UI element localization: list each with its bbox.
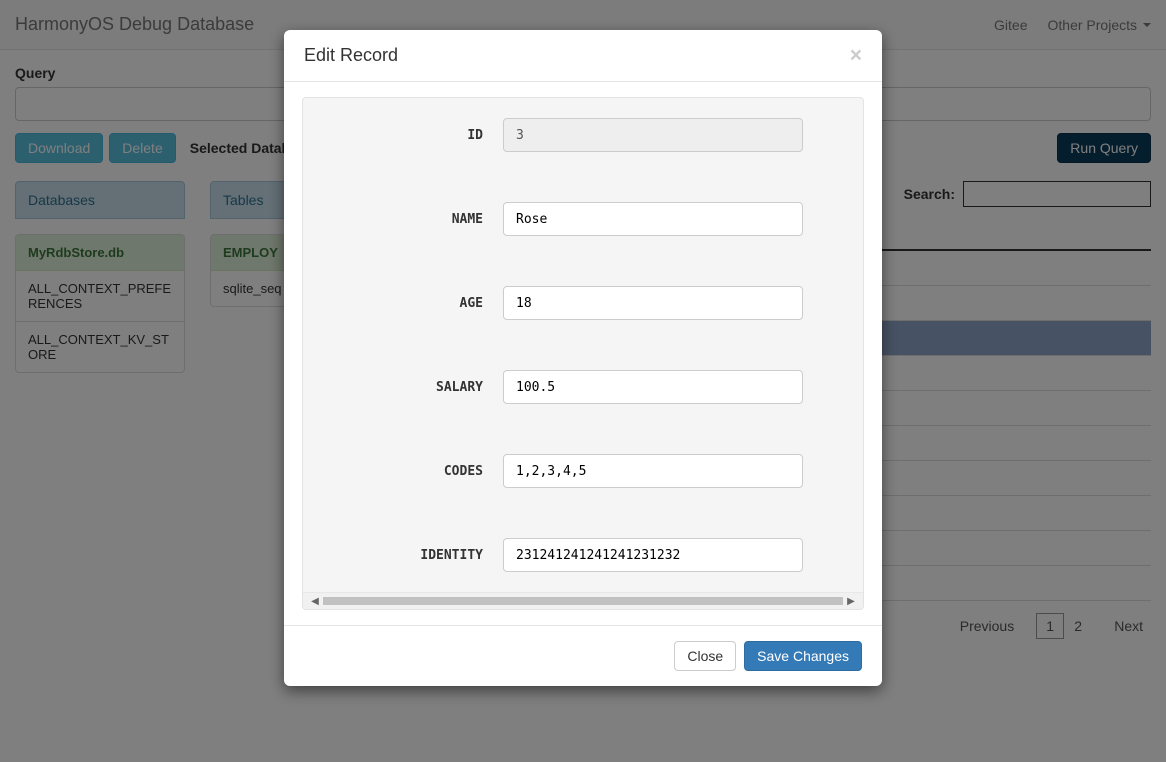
scroll-right-icon[interactable]: ▶ <box>845 596 857 607</box>
form-row: CODES <box>333 454 833 488</box>
form-row: SALARY <box>333 370 833 404</box>
scroll-thumb[interactable] <box>323 597 843 605</box>
field-input-name[interactable] <box>503 202 803 236</box>
field-label: ID <box>333 128 503 143</box>
form-row: ID <box>333 118 833 152</box>
form-row: IDENTITY <box>333 538 833 572</box>
close-button[interactable]: Close <box>674 641 736 671</box>
field-input-identity[interactable] <box>503 538 803 572</box>
field-input-id <box>503 118 803 152</box>
field-input-age[interactable] <box>503 286 803 320</box>
field-input-codes[interactable] <box>503 454 803 488</box>
field-input-salary[interactable] <box>503 370 803 404</box>
modal-title: Edit Record <box>304 45 398 66</box>
form-row: AGE <box>333 286 833 320</box>
save-changes-button[interactable]: Save Changes <box>744 641 862 671</box>
field-label: NAME <box>333 212 503 227</box>
field-label: CODES <box>333 464 503 479</box>
scroll-left-icon[interactable]: ◀ <box>309 596 321 607</box>
form-row: NAME <box>333 202 833 236</box>
horizontal-scrollbar[interactable]: ◀ ▶ <box>303 592 863 609</box>
edit-record-modal: Edit Record × ID NAME AGE SALARY CODES IDENTI… <box>284 30 882 686</box>
field-label: SALARY <box>333 380 503 395</box>
field-label: AGE <box>333 296 503 311</box>
form-panel: ID NAME AGE SALARY CODES IDENTITY ◀ ▶ <box>302 97 864 610</box>
close-icon[interactable]: × <box>850 45 862 66</box>
field-label: IDENTITY <box>333 548 503 563</box>
